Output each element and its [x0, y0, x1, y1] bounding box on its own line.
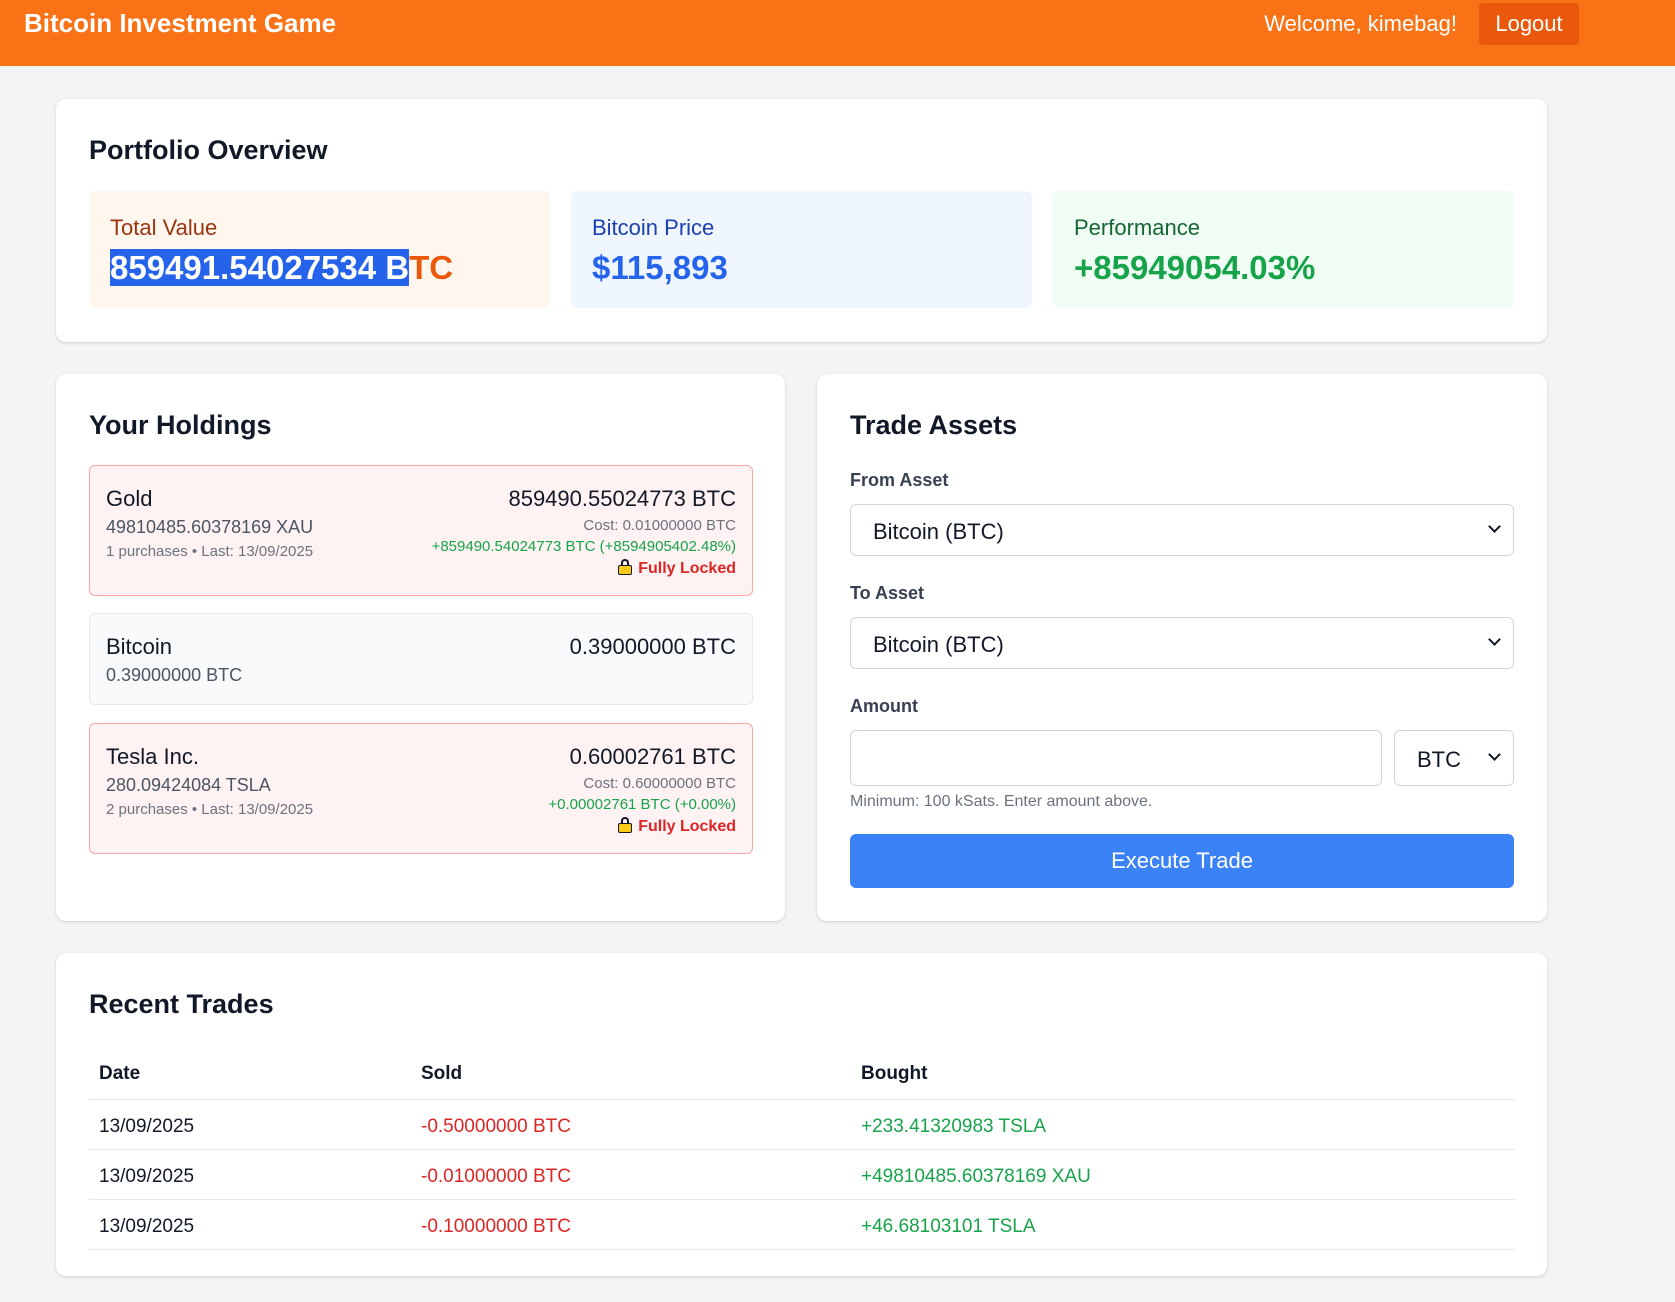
trade-assets-card: Trade Assets From Asset Bitcoin (BTC) To…: [817, 374, 1547, 921]
amount-label: Amount: [850, 696, 918, 716]
lock-status-label: Fully Locked: [638, 818, 736, 835]
amount-unit-select[interactable]: BTC: [1394, 730, 1514, 786]
table-header-row: Date Sold Bought: [89, 1051, 1515, 1100]
recent-trades-table: Date Sold Bought 13/09/2025 -0.50000000 …: [89, 1051, 1515, 1250]
performance-label: Performance: [1074, 215, 1200, 240]
total-value-label: Total Value: [110, 215, 218, 240]
logout-button[interactable]: Logout: [1479, 3, 1579, 45]
trade-sold: -0.10000000 BTC: [421, 1216, 571, 1237]
holding-lock-status: Fully Locked: [618, 817, 736, 836]
portfolio-overview-title: Portfolio Overview: [89, 135, 328, 165]
trade-date: 13/09/2025: [99, 1166, 195, 1187]
chevron-down-icon: [1488, 520, 1501, 533]
holding-meta: 1 purchases • Last: 13/09/2025: [106, 543, 314, 560]
holding-gain: +0.00002761 BTC (+0.00%): [548, 796, 736, 813]
holding-gold[interactable]: Gold 49810485.60378169 XAU 1 purchases •…: [89, 465, 753, 596]
bitcoin-price-stat: Bitcoin Price $115,893: [571, 191, 1032, 308]
table-row: 13/09/2025 -0.10000000 BTC +46.68103101 …: [89, 1200, 1515, 1250]
execute-trade-button[interactable]: Execute Trade: [850, 834, 1514, 888]
column-header-date: Date: [99, 1063, 141, 1084]
trade-bought: +46.68103101 TSLA: [861, 1216, 1036, 1237]
from-asset-select[interactable]: Bitcoin (BTC): [850, 504, 1514, 556]
holding-quantity: 0.39000000 BTC: [106, 665, 243, 685]
holding-name: Bitcoin: [106, 634, 173, 659]
trade-date: 13/09/2025: [99, 1116, 195, 1137]
holding-tesla[interactable]: Tesla Inc. 280.09424084 TSLA 2 purchases…: [89, 723, 753, 854]
trade-sold: -0.01000000 BTC: [421, 1166, 571, 1187]
amount-help-text: Minimum: 100 kSats. Enter amount above.: [850, 793, 1153, 810]
recent-trades-card: Recent Trades Date Sold Bought 13/09/202…: [56, 953, 1547, 1276]
holding-lock-status: Fully Locked: [618, 559, 736, 578]
lock-icon: [618, 559, 633, 575]
holding-name: Tesla Inc.: [106, 744, 199, 769]
bitcoin-price-label: Bitcoin Price: [592, 215, 715, 240]
to-asset-label: To Asset: [850, 583, 925, 603]
holding-value: 859490.55024773 BTC: [508, 486, 736, 511]
portfolio-overview-card: Portfolio Overview Total Value 859491.54…: [56, 99, 1547, 342]
recent-trades-title: Recent Trades: [89, 989, 274, 1019]
holding-gain: +859490.54024773 BTC (+8594905402.48%): [431, 538, 736, 555]
table-row: 13/09/2025 -0.01000000 BTC +49810485.603…: [89, 1150, 1515, 1200]
table-row: 13/09/2025 -0.50000000 BTC +233.41320983…: [89, 1100, 1515, 1150]
holding-value: 0.39000000 BTC: [569, 634, 736, 659]
trade-bought: +233.41320983 TSLA: [861, 1116, 1047, 1137]
top-navbar: Bitcoin Investment Game Welcome, kimebag…: [0, 0, 1675, 66]
trade-sold: -0.50000000 BTC: [421, 1116, 571, 1137]
amount-unit-selected: BTC: [1417, 747, 1461, 772]
total-value-amount: 859491.54027534 BTC: [110, 249, 453, 287]
total-value-stat: Total Value 859491.54027534 BTC: [89, 191, 550, 308]
trade-bought: +49810485.60378169 XAU: [861, 1166, 1091, 1187]
bitcoin-price-value: $115,893: [592, 249, 728, 286]
holdings-title: Your Holdings: [89, 410, 272, 440]
holding-bitcoin[interactable]: Bitcoin 0.39000000 BTC 0.39000000 BTC: [89, 613, 753, 705]
holding-cost: Cost: 0.01000000 BTC: [583, 517, 736, 534]
holdings-card: Your Holdings Gold 49810485.60378169 XAU…: [56, 374, 785, 921]
app-title: Bitcoin Investment Game: [24, 8, 337, 38]
lock-icon: [618, 817, 633, 833]
holding-value: 0.60002761 BTC: [569, 744, 736, 769]
to-asset-select[interactable]: Bitcoin (BTC): [850, 617, 1514, 669]
total-value-selected-text: 859491.54027534 B: [110, 249, 410, 286]
column-header-sold: Sold: [421, 1063, 463, 1084]
holding-meta: 2 purchases • Last: 13/09/2025: [106, 801, 314, 818]
to-asset-selected: Bitcoin (BTC): [873, 632, 1004, 657]
from-asset-label: From Asset: [850, 470, 949, 490]
holding-cost: Cost: 0.60000000 BTC: [583, 775, 736, 792]
from-asset-selected: Bitcoin (BTC): [873, 519, 1004, 544]
lock-status-label: Fully Locked: [638, 560, 736, 577]
performance-stat: Performance +85949054.03%: [1053, 191, 1514, 308]
amount-input[interactable]: [850, 730, 1382, 786]
column-header-bought: Bought: [861, 1063, 928, 1084]
trade-assets-title: Trade Assets: [850, 410, 1018, 440]
welcome-text: Welcome, kimebag!: [1264, 11, 1457, 36]
performance-value: +85949054.03%: [1074, 249, 1316, 286]
chevron-down-icon: [1488, 748, 1501, 761]
total-value-unit-text: TC: [409, 249, 454, 286]
holding-quantity: 49810485.60378169 XAU: [106, 517, 314, 537]
holding-quantity: 280.09424084 TSLA: [106, 775, 271, 795]
trade-date: 13/09/2025: [99, 1216, 195, 1237]
chevron-down-icon: [1488, 633, 1501, 646]
holding-name: Gold: [106, 486, 153, 511]
